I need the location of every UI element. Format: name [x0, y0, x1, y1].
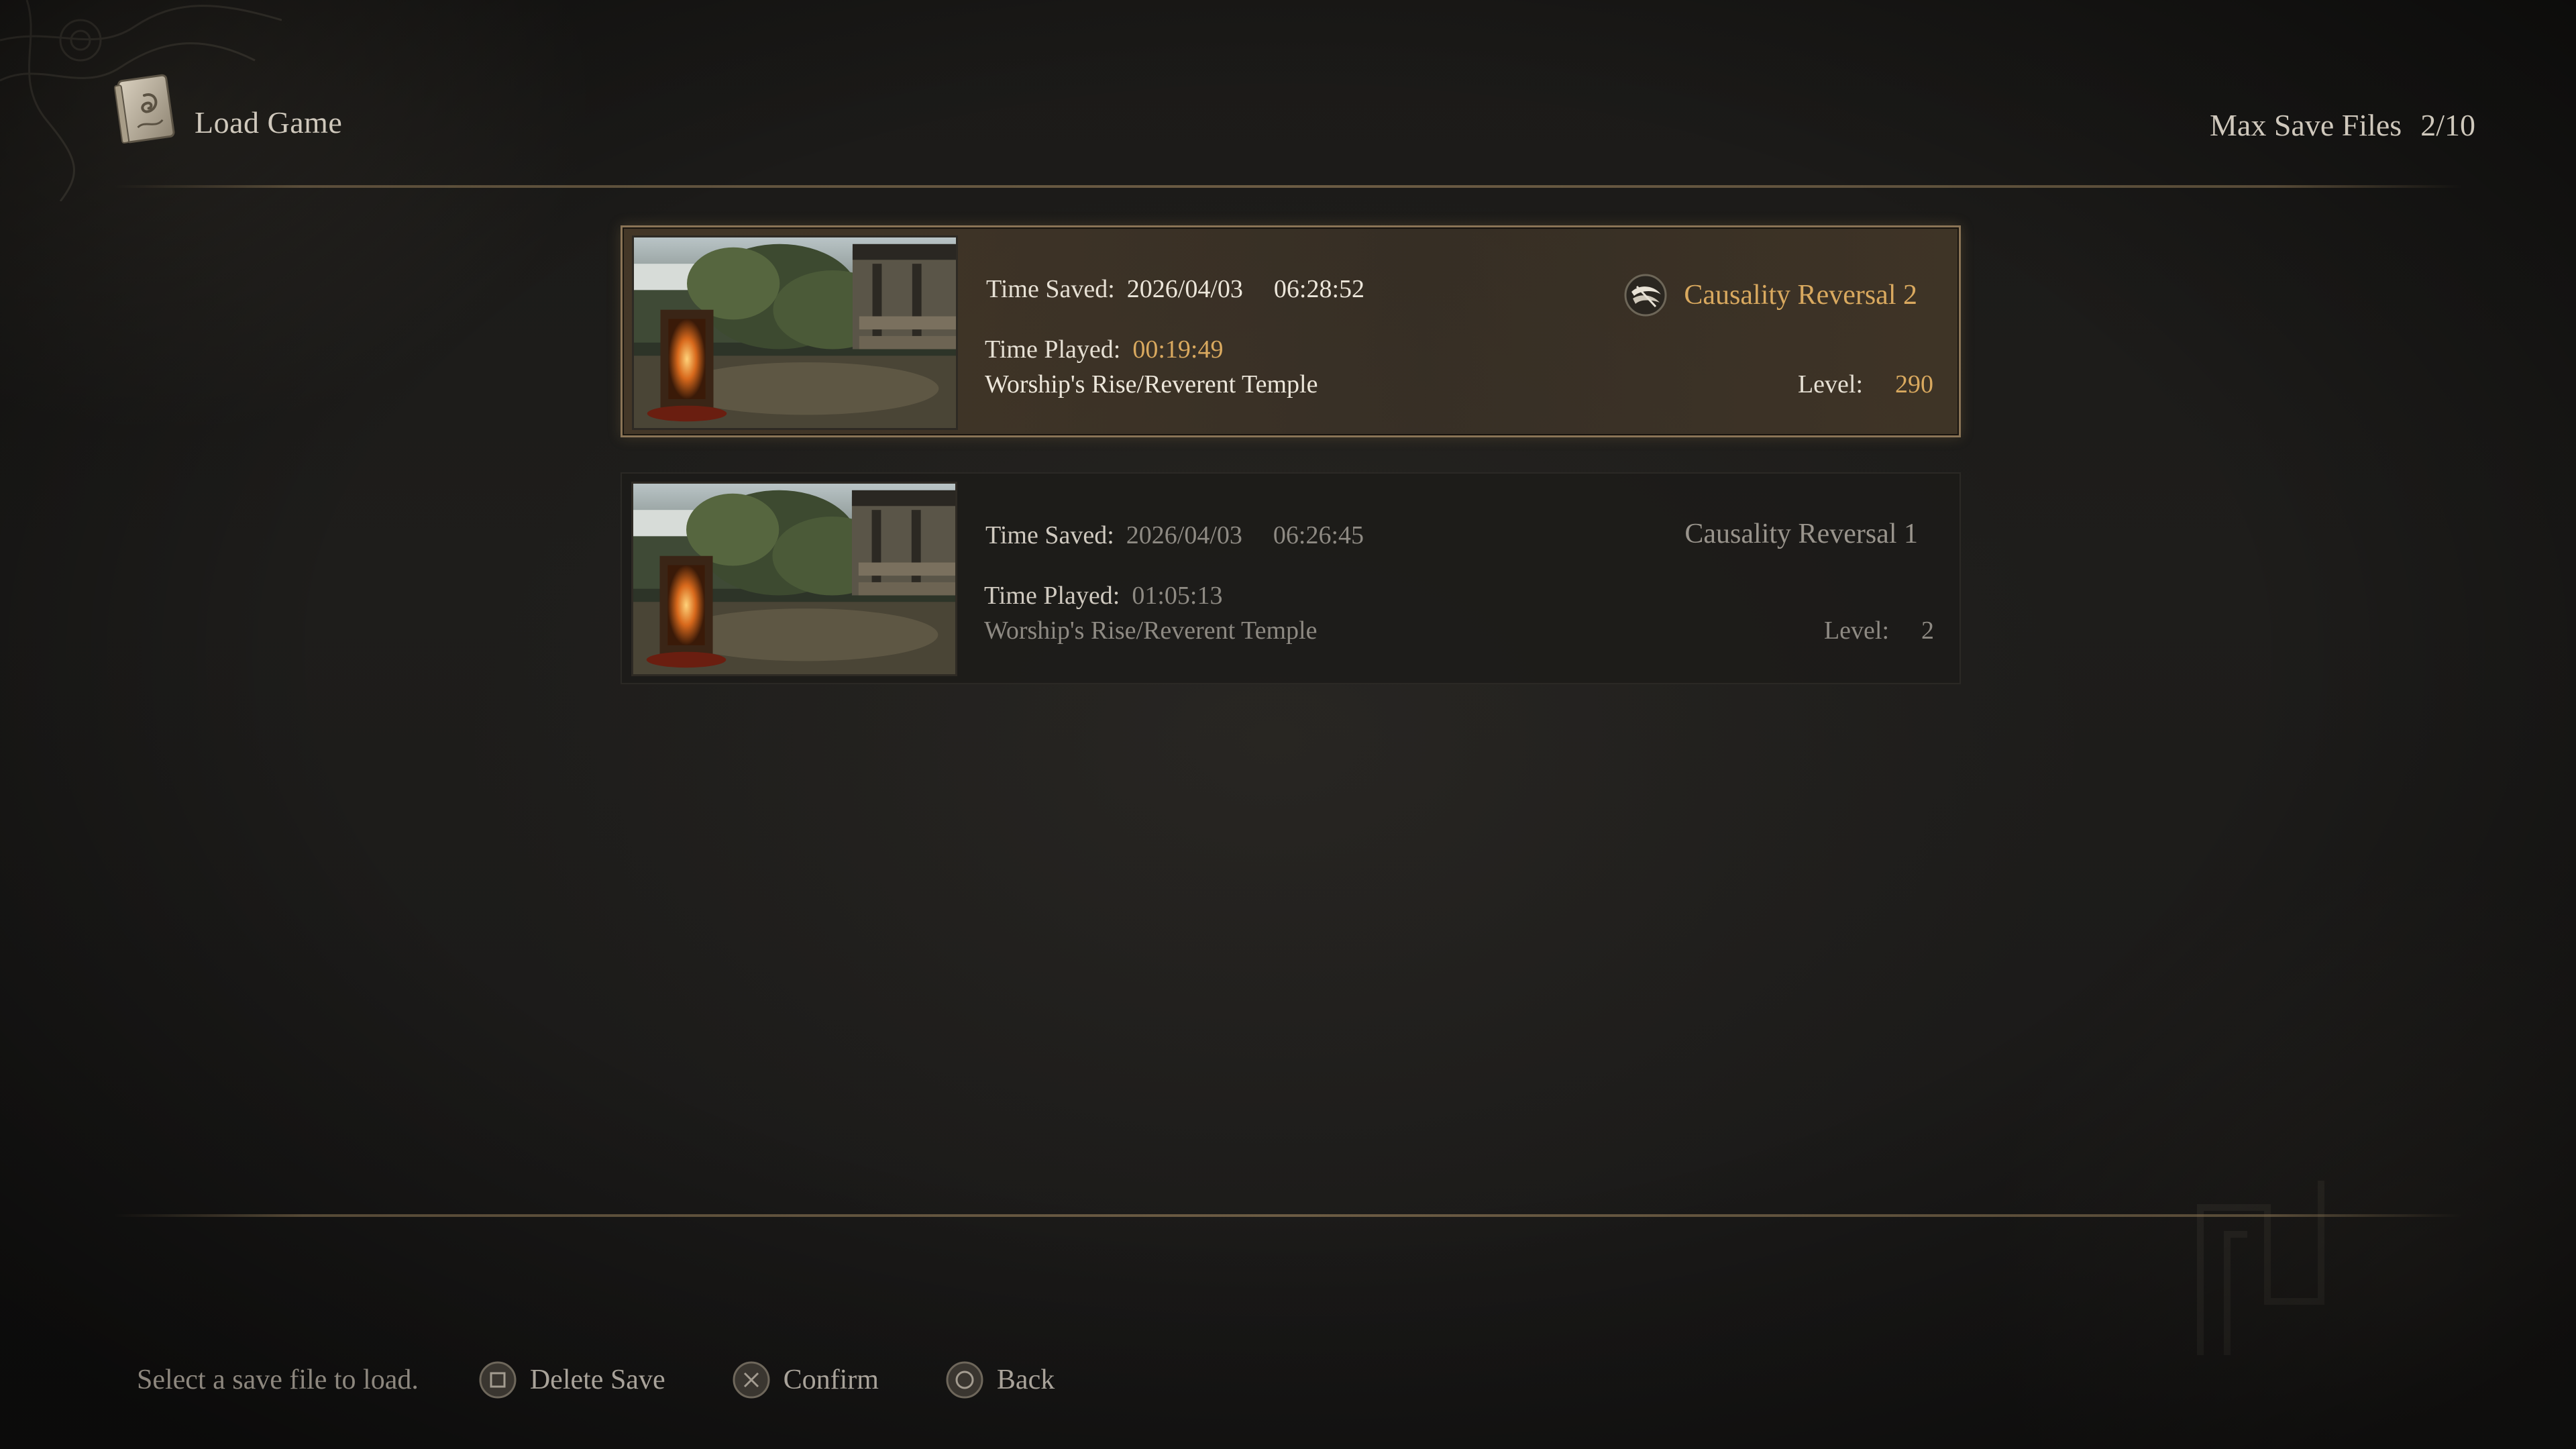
time-played-value: 00:19:49 [1132, 335, 1224, 364]
save-location: Worship's Rise/Reverent Temple [985, 370, 1318, 398]
footer: Select a save file to load. Delete Save … [137, 1356, 1120, 1403]
page-title: Load Game [195, 105, 343, 140]
save-time: 06:26:45 [1273, 521, 1364, 549]
seal-icon [1624, 274, 1667, 317]
time-played: Time Played: 01:05:13 [984, 581, 1222, 610]
time-played-label: Time Played: [984, 582, 1120, 610]
footer-divider [114, 1214, 2462, 1217]
confirm-button[interactable]: Confirm [731, 1360, 879, 1400]
level-value: 290 [1895, 370, 1933, 398]
floor-ornament [2197, 1181, 2324, 1355]
save-name: Causality Reversal 2 [1622, 272, 1917, 319]
book-icon [113, 74, 175, 144]
cross-button-icon [733, 1361, 770, 1399]
save-slot-1[interactable]: Time Saved: 2026/04/03 06:28:52 Causality … [621, 225, 1961, 437]
time-played-value: 01:05:13 [1132, 582, 1223, 610]
delete-save-label: Delete Save [529, 1364, 665, 1395]
time-saved: Time Saved: 2026/04/03 06:28:52 [986, 274, 1364, 304]
confirm-label: Confirm [783, 1364, 879, 1395]
save-time: 06:28:52 [1273, 275, 1365, 303]
save-date: 2026/04/03 [1126, 521, 1242, 549]
time-saved-label: Time Saved: [985, 521, 1114, 549]
time-saved: Time Saved: 2026/04/03 06:26:45 [985, 521, 1364, 550]
save-list: Time Saved: 2026/04/03 06:28:52 Causality … [621, 225, 1962, 719]
save-thumbnail [632, 235, 958, 430]
back-button[interactable]: Back [945, 1360, 1055, 1400]
save-name-label: Causality Reversal 1 [1684, 519, 1918, 549]
level-value: 2 [1921, 616, 1934, 645]
save-count-label: Max Save Files [2210, 108, 2402, 142]
save-count: Max Save Files 2/10 [2210, 107, 2475, 143]
level: Level: 2 [1824, 616, 1934, 645]
level-label: Level: [1823, 616, 1889, 645]
header-divider [114, 185, 2462, 188]
save-thumbnail [631, 482, 957, 676]
square-button-icon [479, 1361, 517, 1399]
save-slot-2[interactable]: Time Saved: 2026/04/03 06:26:45 Causality … [621, 472, 1961, 684]
level-label: Level: [1797, 370, 1863, 398]
header: Load Game Max Save Files 2/10 [0, 0, 2576, 195]
save-count-value: 2/10 [2420, 108, 2475, 142]
time-played-label: Time Played: [985, 335, 1121, 364]
save-location: Worship's Rise/Reverent Temple [984, 616, 1318, 645]
level: Level: 290 [1798, 370, 1933, 399]
save-name-label: Causality Reversal 2 [1684, 280, 1917, 311]
circle-button-icon [946, 1361, 983, 1399]
delete-save-button[interactable]: Delete Save [478, 1360, 665, 1400]
time-saved-label: Time Saved: [986, 275, 1115, 303]
back-label: Back [996, 1364, 1055, 1395]
time-played: Time Played: 00:19:49 [985, 335, 1223, 364]
footer-hint: Select a save file to load. [137, 1364, 419, 1395]
save-date: 2026/04/03 [1126, 275, 1243, 303]
save-name: Causality Reversal 1 [1684, 518, 1918, 550]
